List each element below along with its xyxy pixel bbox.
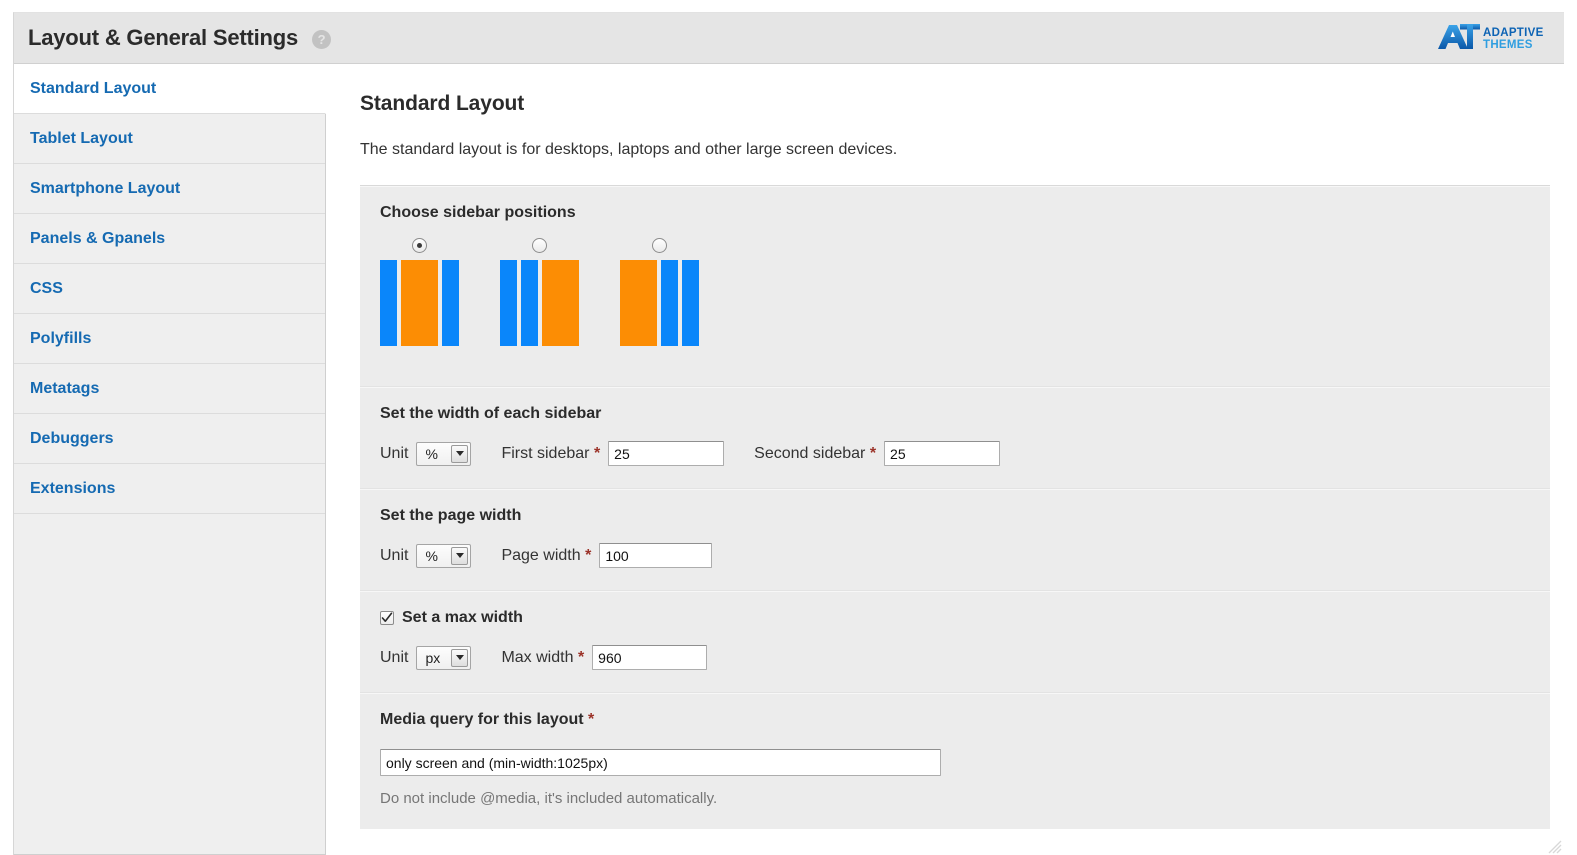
media-query-note: Do not include @media, it's included aut… [380,790,718,807]
section-heading: Standard Layout [360,92,525,115]
radio-sidebars-both-sides[interactable] [412,238,427,253]
sidebar-width-row: Unit % First sidebar * Second sidebar * [380,441,1530,466]
second-sidebar-input[interactable] [884,441,1001,466]
adaptive-themes-logo: ADAPTIVE THEMES [1436,21,1546,55]
max-width-unit-value: px [425,649,441,666]
sidebar-item-smartphone-layout[interactable]: Smartphone Layout [14,164,325,214]
page-header: Layout & General Settings ? ADAPTIVE THE… [14,13,1564,64]
svg-text:ADAPTIVE: ADAPTIVE [1483,27,1544,39]
required-marker: * [588,711,595,728]
label-second-sidebar-text: Second sidebar [754,444,866,462]
chevron-down-icon [451,444,469,463]
preview-column-sidebar-first [661,260,678,346]
max-width-unit-select[interactable]: px [416,645,472,670]
sidebar-position-option-3[interactable] [620,238,699,364]
page-width-unit-select[interactable]: % [416,543,472,568]
layout-preview-sidebars-right [620,260,699,346]
sidebar-position-option-2[interactable] [500,238,579,364]
sidebar-position-option-1[interactable] [380,238,459,364]
settings-fieldset-stack: Choose sidebar positions Set the width o… [360,185,1550,829]
preview-column-sidebar-second [521,260,538,346]
legend-media-query: Media query for this layout * [380,711,1530,729]
svg-text:THEMES: THEMES [1483,39,1533,51]
legend-page-width: Set the page width [380,507,522,524]
page-width-row: Unit % Page width * [380,543,1530,568]
page-width-unit-value: % [425,547,438,564]
layout-preview-sidebars-left [500,260,579,346]
page-width-input[interactable] [599,543,713,568]
sidebar-item-polyfills[interactable]: Polyfills [14,314,325,364]
sidebar-item-metatags[interactable]: Metatags [14,364,325,414]
help-circle-icon[interactable]: ? [312,30,332,49]
legend-sidebar-positions: Choose sidebar positions [380,204,576,221]
legend-media-query-text: Media query for this layout [380,711,584,728]
chevron-down-icon [451,546,469,565]
sidebar-width-unit-value: % [425,445,438,462]
required-marker: * [577,648,585,666]
fieldset-max-width: Set a max width Unit px Max width * [360,591,1550,693]
fieldset-sidebar-width: Set the width of each sidebar Unit % Fir… [360,387,1550,489]
sidebar-position-radio-group [380,238,1530,364]
required-marker: * [585,546,592,564]
sidebar-item-debuggers[interactable]: Debuggers [14,414,325,464]
preview-column-content [401,260,438,346]
legend-sidebar-width: Set the width of each sidebar [380,405,602,422]
main-content: Standard Layout The standard layout is f… [326,64,1564,829]
label-max-width-text: Max width [501,648,574,666]
sidebar-width-unit-select[interactable]: % [416,441,472,466]
layout-preview-both-sides [380,260,459,346]
preview-column-content [620,260,657,346]
label-second-sidebar: Second sidebar * [754,445,876,463]
label-page-width-text: Page width [501,546,581,564]
label-page-width: Page width * [501,547,591,565]
settings-page: Layout & General Settings ? ADAPTIVE THE… [13,12,1564,855]
media-query-input[interactable] [380,749,941,776]
label-set-max-width: Set a max width [402,609,523,626]
label-unit: Unit [380,648,409,666]
label-unit: Unit [380,546,409,564]
first-sidebar-input[interactable] [608,441,725,466]
required-marker: * [593,444,601,462]
preview-column-sidebar-right [442,260,459,346]
preview-column-content [542,260,579,346]
sidebar-item-standard-layout[interactable]: Standard Layout [14,64,326,114]
label-max-width: Max width * [501,649,584,667]
fieldset-media-query: Media query for this layout * Do not inc… [360,693,1550,829]
section-description: The standard layout is for desktops, lap… [360,141,898,158]
preview-column-sidebar-first [500,260,517,346]
max-width-checkbox-row[interactable]: Set a max width [380,609,1530,627]
fieldset-sidebar-positions: Choose sidebar positions [360,186,1550,387]
sidebar-item-extensions[interactable]: Extensions [14,464,325,514]
max-width-input[interactable] [592,645,708,670]
sidebar-item-tablet-layout[interactable]: Tablet Layout [14,114,325,164]
resize-handle-icon[interactable] [1548,840,1562,854]
radio-sidebars-right[interactable] [652,238,667,253]
label-first-sidebar: First sidebar * [501,445,600,463]
set-max-width-checkbox[interactable] [380,611,394,625]
sidebar-item-css[interactable]: CSS [14,264,325,314]
page-title: Layout & General Settings [28,25,299,50]
label-unit: Unit [380,444,409,462]
page-body: Standard Layout Tablet Layout Smartphone… [14,64,1564,855]
vertical-tabs: Standard Layout Tablet Layout Smartphone… [14,64,326,855]
fieldset-page-width: Set the page width Unit % Page width * [360,489,1550,591]
label-first-sidebar-text: First sidebar [501,444,590,462]
chevron-down-icon [451,648,469,667]
radio-sidebars-left[interactable] [532,238,547,253]
required-marker: * [869,444,877,462]
preview-column-sidebar-left [380,260,397,346]
sidebar-item-panels-gpanels[interactable]: Panels & Gpanels [14,214,325,264]
max-width-row: Unit px Max width * [380,645,1530,670]
preview-column-sidebar-second [682,260,699,346]
